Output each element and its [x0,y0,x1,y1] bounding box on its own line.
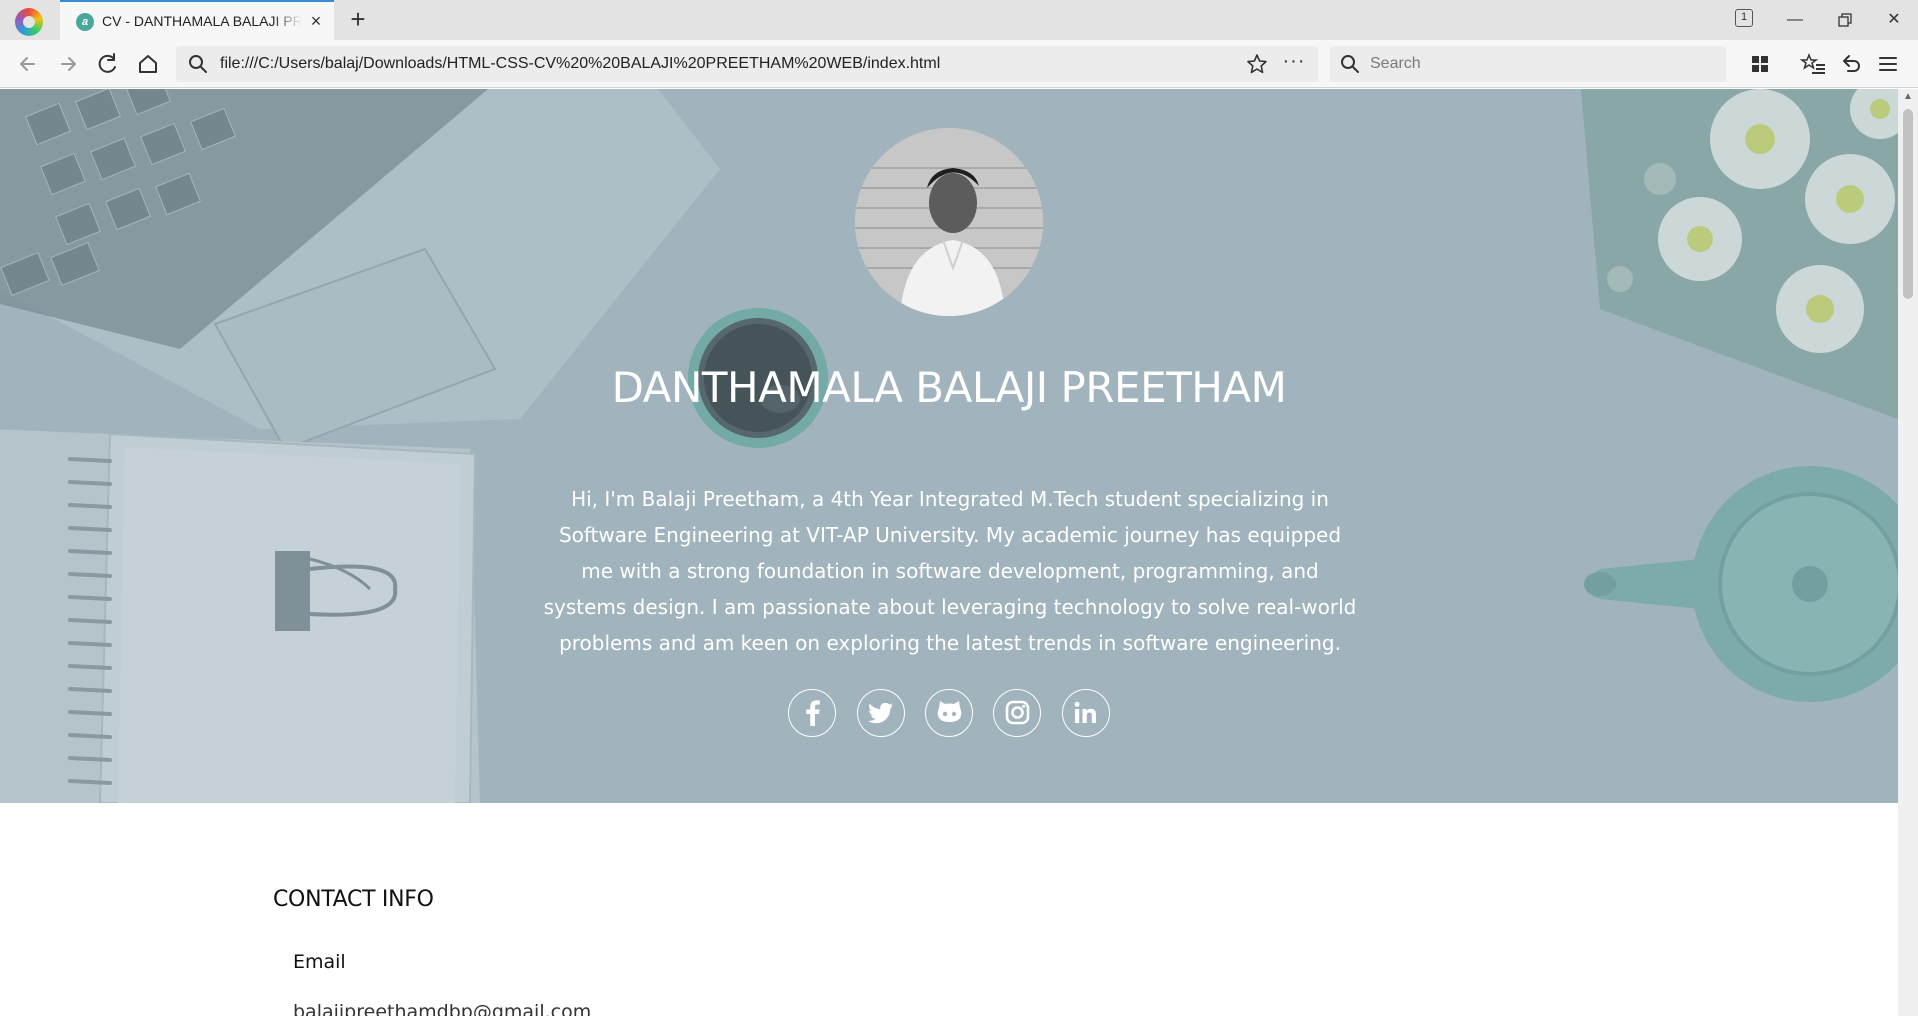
email-label: Email [293,951,346,973]
search-icon [188,54,208,74]
scroll-up-icon[interactable]: ▲ [1902,91,1914,103]
search-input[interactable] [1370,50,1710,78]
back-icon[interactable] [14,50,42,78]
twitter-icon[interactable] [856,689,905,737]
restore-button[interactable] [1825,5,1865,35]
page-viewport: DANTHAMALA BALAJI PREETHAM Hi, I'm Balaj… [0,89,1898,1016]
bookmarks-list-icon[interactable] [1799,50,1828,78]
bookmark-star-icon[interactable] [1246,53,1268,75]
github-icon[interactable] [925,689,973,737]
more-actions-icon[interactable]: ··· [1282,51,1306,75]
social-links [0,689,1898,737]
hero-section: DANTHAMALA BALAJI PREETHAM Hi, I'm Balaj… [0,89,1898,803]
vertical-scrollbar[interactable]: ▲ [1898,89,1918,1016]
forward-icon[interactable] [54,50,82,78]
url-text[interactable]: file:///C:/Users/balaj/Downloads/HTML-CS… [220,55,940,73]
minimize-button[interactable]: — [1775,5,1815,35]
reload-icon[interactable] [94,50,122,78]
email-value[interactable]: balajipreethamdbp@gmail.com [293,1001,591,1016]
home-icon[interactable] [134,50,162,78]
tab-bar: a CV - DANTHAMALA BALAJI PREETHAM × + 1 … [0,0,1918,40]
hero-bio-text: Hi, I'm Balaji Preetham, a 4th Year Inte… [543,487,1357,655]
tab-title: CV - DANTHAMALA BALAJI PREETHAM [102,13,302,29]
browser-tab[interactable]: a CV - DANTHAMALA BALAJI PREETHAM × [60,0,334,40]
favicon-icon: a [76,13,94,31]
close-window-button[interactable]: ✕ [1874,5,1914,35]
profile-photo [855,128,1043,316]
tab-close-icon[interactable]: × [306,11,326,31]
search-bar[interactable] [1330,46,1726,82]
undo-icon[interactable] [1837,50,1865,78]
facebook-icon[interactable] [788,689,837,737]
new-tab-button[interactable]: + [344,6,372,34]
menu-icon[interactable] [1874,50,1902,78]
hero-name-heading: DANTHAMALA BALAJI PREETHAM [611,363,1287,412]
linkedin-icon[interactable] [1061,689,1110,737]
address-bar[interactable]: file:///C:/Users/balaj/Downloads/HTML-CS… [176,46,1318,82]
contact-info-heading: CONTACT INFO [273,887,434,912]
contact-section: CONTACT INFO Email balajipreethamdbp@gma… [0,803,1898,1016]
apps-grid-icon[interactable] [1746,50,1774,78]
scrollbar-thumb[interactable] [1903,109,1913,299]
search-icon [1340,54,1360,74]
browser-logo-icon[interactable] [15,8,43,36]
instagram-icon[interactable] [993,689,1042,737]
navigation-toolbar: file:///C:/Users/balaj/Downloads/HTML-CS… [0,40,1918,88]
tab-count-badge[interactable]: 1 [1735,9,1753,27]
